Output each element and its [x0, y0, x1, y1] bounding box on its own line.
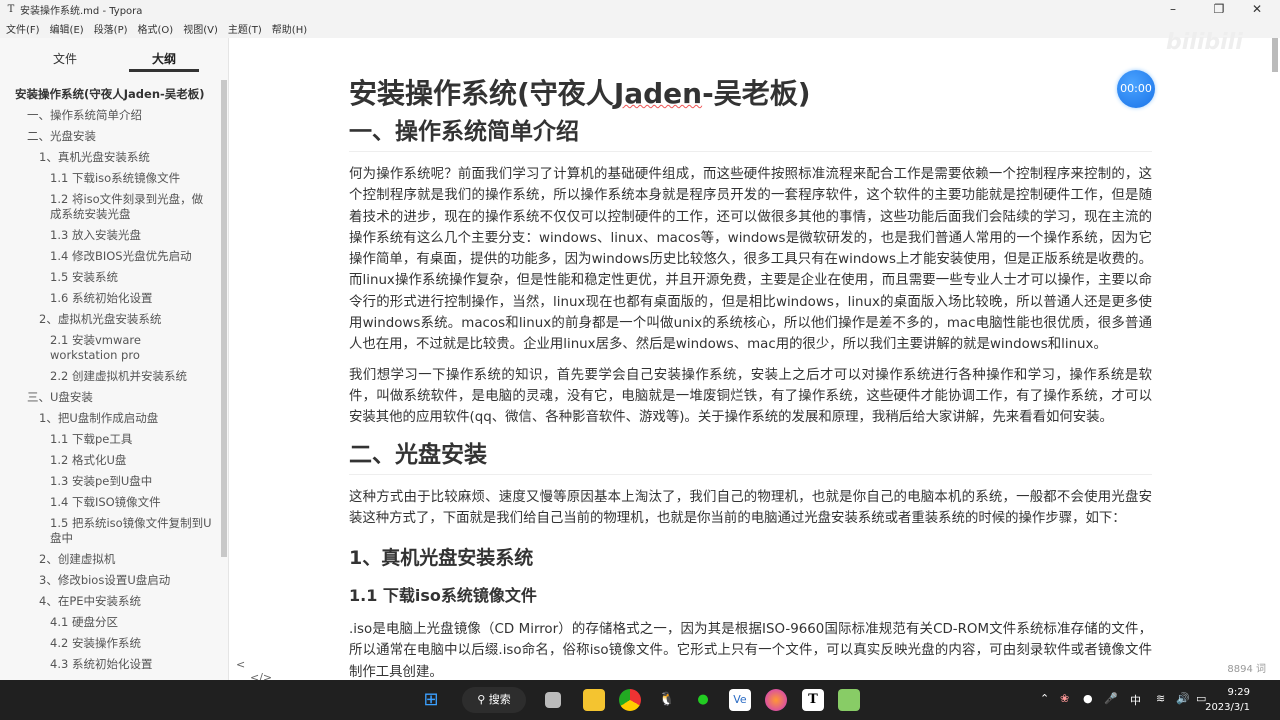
wifi-icon[interactable]: ≋	[1156, 692, 1165, 705]
heading-physical-cd: 1、真机光盘安装系统	[349, 547, 534, 570]
outline-item[interactable]: 2.1 安装vmware workstation pro	[0, 330, 220, 366]
menu-view[interactable]: 视图(V)	[183, 21, 218, 36]
menu-bar: 文件(F) 编辑(E) 段落(P) 格式(O) 视图(V) 主题(T) 帮助(H…	[0, 19, 1280, 38]
taskbar-search[interactable]: ⚲ 搜索	[462, 687, 526, 713]
notepad-icon[interactable]	[838, 689, 860, 711]
menu-format[interactable]: 格式(O)	[138, 21, 174, 36]
tray-app-icon[interactable]: ❀	[1060, 692, 1069, 705]
document-title: 安装操作系统(守夜人Jaden-吴老板)	[349, 77, 811, 110]
window-title: 安装操作系统.md - Typora	[20, 6, 143, 17]
tray-chevron-icon[interactable]: ⌃	[1040, 692, 1049, 705]
outline-item[interactable]: 1.4 下载ISO镜像文件	[0, 492, 220, 513]
editor[interactable]: 安装操作系统(守夜人Jaden-吴老板) 一、操作系统简单介绍 何为操作系统呢？…	[229, 38, 1280, 680]
title-bar: T 安装操作系统.md - Typora – ❐ ✕	[0, 0, 1280, 19]
paragraph: .iso是电脑上光盘镜像（CD Mirror）的存储格式之一，因为其是根据ISO…	[349, 622, 1152, 680]
outline-item[interactable]: 1.5 安装系统	[0, 267, 220, 288]
editor-scrollbar[interactable]	[1272, 38, 1278, 72]
file-explorer-icon[interactable]	[583, 689, 605, 711]
outline-item[interactable]: 1、把U盘制作成启动盘	[0, 408, 220, 429]
typora-app-icon: T	[7, 4, 15, 15]
ime-indicator[interactable]: 中	[1130, 692, 1141, 708]
outline-item[interactable]: 二、光盘安装	[0, 126, 220, 147]
active-tab-indicator	[129, 69, 199, 72]
outline-item[interactable]: 三、U盘安装	[0, 387, 220, 408]
wechat-icon[interactable]: ●	[692, 689, 714, 711]
outline-item[interactable]: 4、在PE中安装系统	[0, 591, 220, 612]
taskbar: ⊞ ⚲ 搜索 🐧 ● Ve T ⌃ ❀ ● 🎤 中 ≋ 🔊 ▭ 9:29 2023…	[0, 680, 1280, 720]
outline-item[interactable]: 4.1 硬盘分区	[0, 612, 220, 633]
outline-item[interactable]: 1.3 放入安装光盘	[0, 225, 220, 246]
outline-item[interactable]: 1.6 系统初始化设置	[0, 288, 220, 309]
paragraph: 我们想学习一下操作系统的知识，首先要学会自己安装操作系统，安装上之后才可以对操作…	[349, 367, 1152, 426]
volume-icon[interactable]: 🔊	[1176, 692, 1190, 705]
outline-item[interactable]: 一、操作系统简单介绍	[0, 105, 220, 126]
outline-item[interactable]: 1.1 下载iso系统镜像文件	[0, 168, 220, 189]
qq-icon[interactable]: 🐧	[656, 689, 678, 711]
typora-taskbar-icon[interactable]: T	[802, 689, 824, 711]
outline-item[interactable]: 4.2 安装操作系统	[0, 633, 220, 654]
sidebar: 文件 大纲 安装操作系统(守夜人Jaden-吴老板) 一、操作系统简单介绍 二、光盘…	[0, 38, 272, 684]
outline-item[interactable]: 1.2 格式化U盘	[0, 450, 220, 471]
menu-edit[interactable]: 编辑(E)	[50, 21, 84, 36]
close-button[interactable]: ✕	[1234, 0, 1280, 19]
heading-download-iso: 1.1 下载iso系统镜像文件	[349, 586, 537, 606]
paragraph: 这种方式由于比较麻烦、速度又慢等原因基本上淘汰了，我们自己的物理机，也就是你自己…	[349, 489, 1152, 526]
outline-list: 安装操作系统(守夜人Jaden-吴老板) 一、操作系统简单介绍 二、光盘安装 1、真机…	[0, 84, 220, 675]
tab-outline[interactable]: 大纲	[152, 50, 176, 67]
clock[interactable]: 9:29 2023/3/1	[1205, 685, 1250, 715]
outline-item[interactable]: 1.2 将iso文件刻录到光盘，做成系统安装光盘	[0, 189, 220, 225]
outline-item[interactable]: 4.3 系统初始化设置	[0, 654, 220, 675]
outline-item[interactable]: 3、修改bios设置U盘启动	[0, 570, 220, 591]
sidebar-scrollbar[interactable]	[221, 80, 227, 557]
tray-qq-icon[interactable]: ●	[1083, 692, 1093, 705]
paragraph: 何为操作系统呢？前面我们学习了计算机的基础硬件组成，而这些硬件按照标准流程来配合…	[349, 167, 1152, 353]
tab-files[interactable]: 文件	[53, 50, 77, 67]
microphone-icon[interactable]: 🎤	[1104, 692, 1118, 705]
heading-intro: 一、操作系统简单介绍	[349, 115, 1152, 152]
timer-widget[interactable]: 00:00	[1117, 70, 1155, 108]
heading-cd-install: 二、光盘安装	[349, 438, 1152, 475]
word-count[interactable]: 8894 词	[1227, 660, 1266, 675]
outline-item[interactable]: 安装操作系统(守夜人Jaden-吴老板)	[0, 84, 220, 105]
outline-item[interactable]: 1.1 下载pe工具	[0, 429, 220, 450]
menu-file[interactable]: 文件(F)	[6, 21, 40, 36]
outline-item[interactable]: 2、创建虚拟机	[0, 549, 220, 570]
task-view-icon[interactable]	[545, 692, 561, 708]
outline-item[interactable]: 1.5 把系统iso镜像文件复制到U盘中	[0, 513, 220, 549]
outline-item[interactable]: 2、虚拟机光盘安装系统	[0, 309, 220, 330]
menu-help[interactable]: 帮助(H)	[272, 21, 307, 36]
outline-item[interactable]: 2.2 创建虚拟机并安装系统	[0, 366, 220, 387]
outline-item[interactable]: 1.3 安装pe到U盘中	[0, 471, 220, 492]
outline-item[interactable]: 1、真机光盘安装系统	[0, 147, 220, 168]
outline-item[interactable]: 1.4 修改BIOS光盘优先启动	[0, 246, 220, 267]
chrome-icon[interactable]	[619, 689, 641, 711]
minimize-button[interactable]: –	[1150, 0, 1196, 19]
menu-theme[interactable]: 主题(T)	[228, 21, 262, 36]
vs-app-icon[interactable]: Ve	[729, 689, 751, 711]
menu-paragraph[interactable]: 段落(P)	[94, 21, 128, 36]
bilibili-watermark: bilibili	[1166, 30, 1243, 55]
firefox-icon[interactable]	[765, 689, 787, 711]
windows-start-icon[interactable]: ⊞	[420, 689, 442, 711]
